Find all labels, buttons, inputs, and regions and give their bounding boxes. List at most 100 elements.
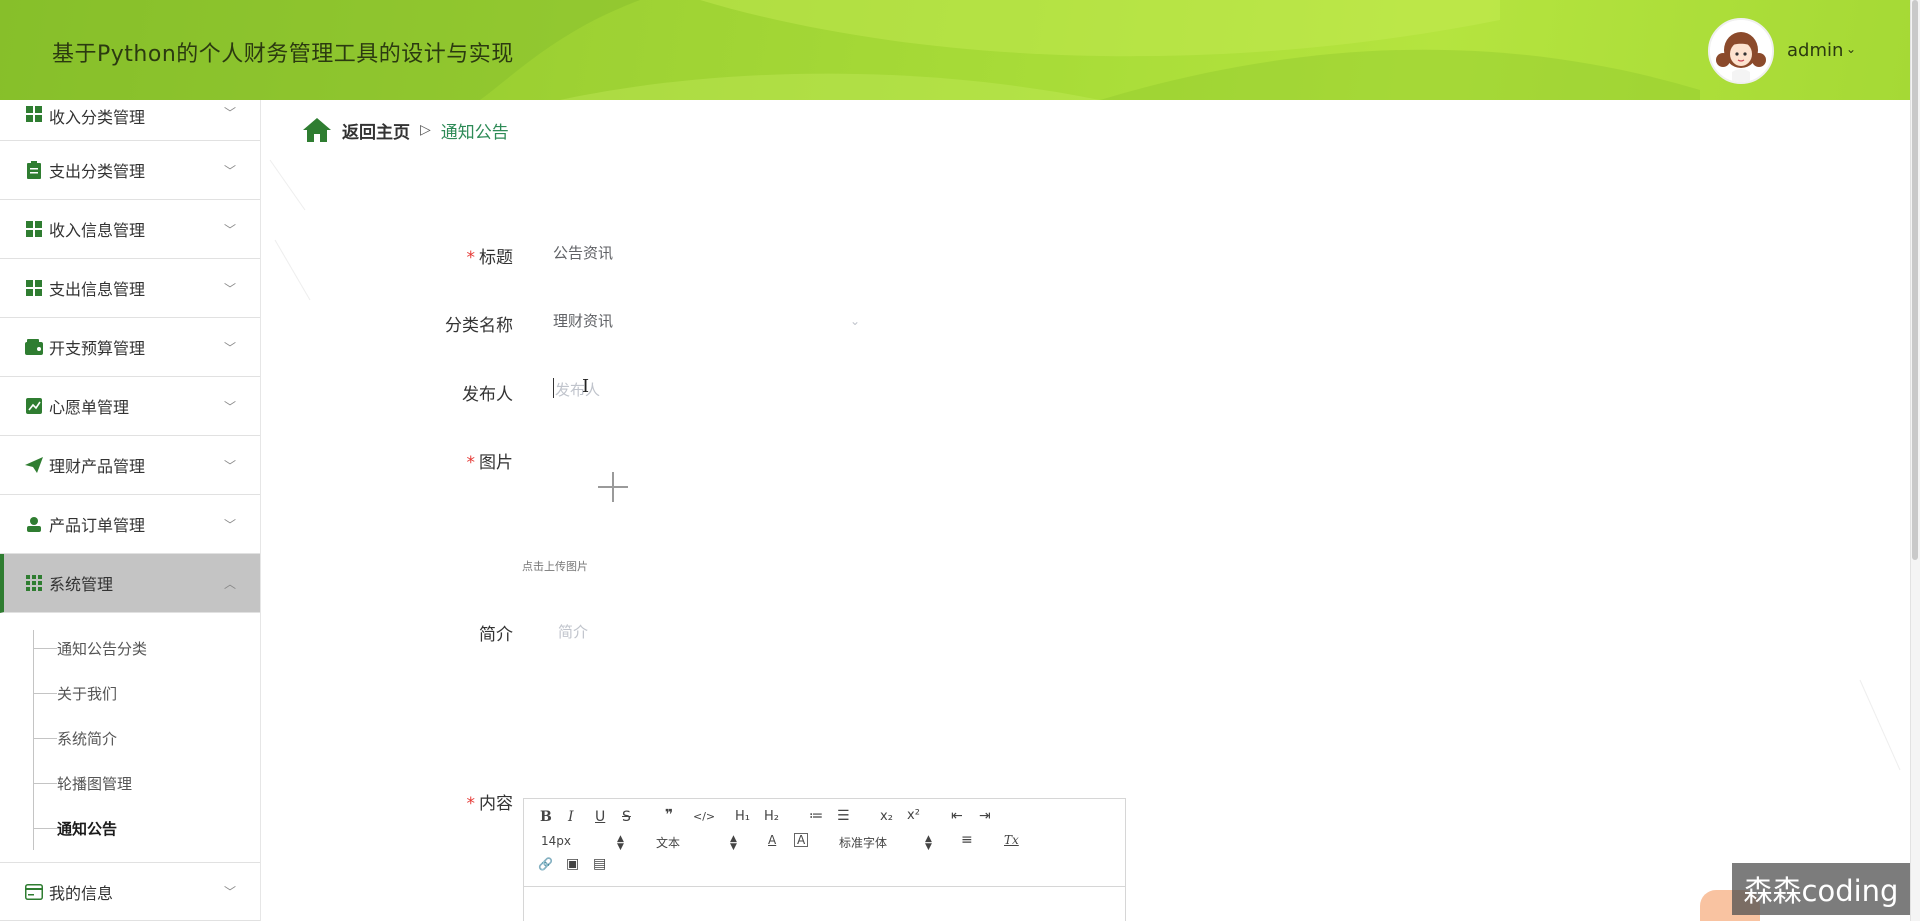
select-arrows-icon: ▲ ▼ (730, 834, 737, 852)
page-scrollbar-thumb[interactable] (1912, 0, 1918, 560)
upload-hint[interactable]: 点击上传图片 (522, 558, 588, 574)
chevron-down-icon[interactable]: ⌄ (1846, 42, 1856, 56)
font-color-button[interactable]: A (768, 833, 776, 847)
sub-item-label: 通知公告分类 (57, 639, 148, 658)
publisher-input[interactable]: 发布人 (555, 379, 600, 400)
breadcrumb-separator: ▷ (420, 122, 431, 138)
sidebar-item-label: 支出信息管理 (49, 280, 146, 299)
quote-button[interactable]: ❞ (665, 807, 673, 823)
breadcrumb-current: 通知公告 (440, 122, 509, 143)
grid-icon (25, 105, 43, 123)
avatar-girl-icon (1710, 20, 1772, 82)
font-family-select[interactable]: 标准字体 (839, 834, 887, 851)
underline-button[interactable]: U (595, 809, 605, 825)
breadcrumb-back-home[interactable]: 返回主页 (342, 118, 410, 143)
send-icon (25, 456, 43, 474)
sidebar-item-product-orders[interactable]: 产品订单管理 ﹀ (0, 495, 260, 554)
background-stroke-decoration (1859, 679, 1901, 771)
sub-item-system-intro[interactable]: 系统简介 (33, 726, 117, 750)
user-avatar[interactable] (1708, 18, 1774, 84)
app-title: 基于Python的个人财务管理工具的设计与实现 (52, 42, 514, 67)
breadcrumb: 返回主页 ▷ 通知公告 (302, 116, 509, 144)
watermark: 森森coding (1732, 863, 1910, 915)
chevron-down-icon: ﹀ (224, 458, 237, 473)
bold-button[interactable]: B (540, 809, 552, 825)
sidebar-item-budget[interactable]: 开支预算管理 ﹀ (0, 318, 260, 377)
sub-item-label: 关于我们 (57, 684, 118, 703)
title-input[interactable]: 公告资讯 (553, 242, 613, 263)
background-stroke-decoration (269, 159, 311, 301)
sub-item-about-us[interactable]: 关于我们 (33, 681, 117, 705)
clipboard-icon (25, 161, 43, 179)
sidebar-item-income-info[interactable]: 收入信息管理 ﹀ (0, 200, 260, 259)
sidebar-item-label: 心愿单管理 (49, 398, 130, 417)
user-icon (25, 515, 43, 533)
sub-item-label: 轮播图管理 (57, 774, 133, 793)
text-style-select[interactable]: 文本 (656, 834, 680, 851)
background-color-button[interactable]: A (794, 833, 809, 847)
chevron-down-icon[interactable]: ⌄ (850, 314, 860, 328)
video-button[interactable]: ▤ (593, 856, 606, 872)
subscript-button[interactable]: x₂ (880, 809, 893, 824)
italic-button[interactable]: I (568, 809, 574, 825)
sidebar-item-expense-category[interactable]: 支出分类管理 ﹀ (0, 141, 260, 200)
chevron-down-icon: ﹀ (224, 517, 237, 532)
required-mark: * (466, 453, 476, 473)
top-header: 基于Python的个人财务管理工具的设计与实现 admin ⌄ (0, 0, 1910, 100)
chevron-down-icon: ﹀ (224, 106, 237, 120)
outdent-button[interactable]: ⇤ (951, 808, 963, 824)
ordered-list-button[interactable]: ≔ (809, 808, 823, 824)
sub-item-notice[interactable]: 通知公告 (33, 816, 117, 840)
h1-button[interactable]: H₁ (735, 809, 750, 824)
required-mark: * (466, 794, 476, 814)
upload-plus-icon[interactable] (598, 472, 628, 502)
sidebar-item-label: 收入信息管理 (49, 221, 146, 240)
image-button[interactable]: ▣ (566, 856, 579, 872)
clear-format-button[interactable]: Tx (1004, 833, 1019, 847)
sidebar-item-finance-products[interactable]: 理财产品管理 ﹀ (0, 436, 260, 495)
sidebar-item-label: 我的信息 (49, 883, 114, 903)
intro-textarea[interactable]: 简介 (558, 621, 588, 642)
grid-icon (25, 220, 43, 238)
apps-icon (25, 574, 43, 592)
chevron-down-icon: ﹀ (224, 222, 237, 237)
sidebar-item-label: 支出分类管理 (49, 162, 146, 181)
align-button[interactable]: ≡ (961, 832, 973, 848)
text-cursor (553, 378, 554, 398)
category-label: 分类名称 (445, 316, 513, 336)
chevron-up-icon: ︿ (224, 576, 237, 591)
superscript-button[interactable]: x² (907, 808, 920, 823)
sub-item-label: 通知公告 (57, 819, 118, 838)
sidebar-item-label: 收入分类管理 (49, 108, 146, 127)
sub-item-carousel[interactable]: 轮播图管理 (33, 771, 132, 795)
user-name[interactable]: admin (1787, 40, 1843, 61)
bullet-list-button[interactable]: ☰ (837, 808, 850, 824)
sidebar-item-label: 产品订单管理 (49, 516, 146, 535)
sub-item-notice-category[interactable]: 通知公告分类 (33, 636, 147, 660)
code-button[interactable]: </> (693, 810, 715, 823)
content-label: * 内容 (466, 794, 514, 814)
sidebar-item-wishlist[interactable]: 心愿单管理 ﹀ (0, 377, 260, 436)
grid-icon (25, 279, 43, 297)
strike-button[interactable]: S (622, 809, 631, 825)
sidebar-item-label: 系统管理 (49, 575, 114, 594)
sidebar-item-expense-info[interactable]: 支出信息管理 ﹀ (0, 259, 260, 318)
indent-button[interactable]: ⇥ (979, 808, 991, 824)
sidebar-item-income-category[interactable]: 收入分类管理 ﹀ (0, 100, 260, 141)
chevron-down-icon: ﹀ (224, 281, 237, 296)
publisher-label: 发布人 (462, 385, 513, 405)
h2-button[interactable]: H₂ (764, 809, 779, 824)
intro-label: 简介 (479, 625, 513, 645)
required-mark: * (466, 248, 476, 268)
link-button[interactable]: 🔗 (538, 857, 553, 871)
font-size-select[interactable]: 14px (541, 834, 571, 848)
sidebar-item-label: 理财产品管理 (49, 457, 146, 476)
card-icon (25, 883, 43, 901)
chevron-down-icon: ﹀ (224, 399, 237, 414)
home-icon[interactable] (302, 117, 332, 143)
category-select[interactable]: 理财资讯 (553, 310, 863, 331)
rich-text-editor: B I U S ❞ </> H₁ H₂ ≔ ☰ x₂ x² ⇤ ⇥ 14px ▲… (523, 798, 1126, 921)
sidebar-item-my-info[interactable]: 我的信息 ﹀ (0, 862, 260, 921)
sub-item-label: 系统简介 (57, 729, 118, 748)
sidebar-item-system-management[interactable]: 系统管理 ︿ (0, 554, 260, 613)
